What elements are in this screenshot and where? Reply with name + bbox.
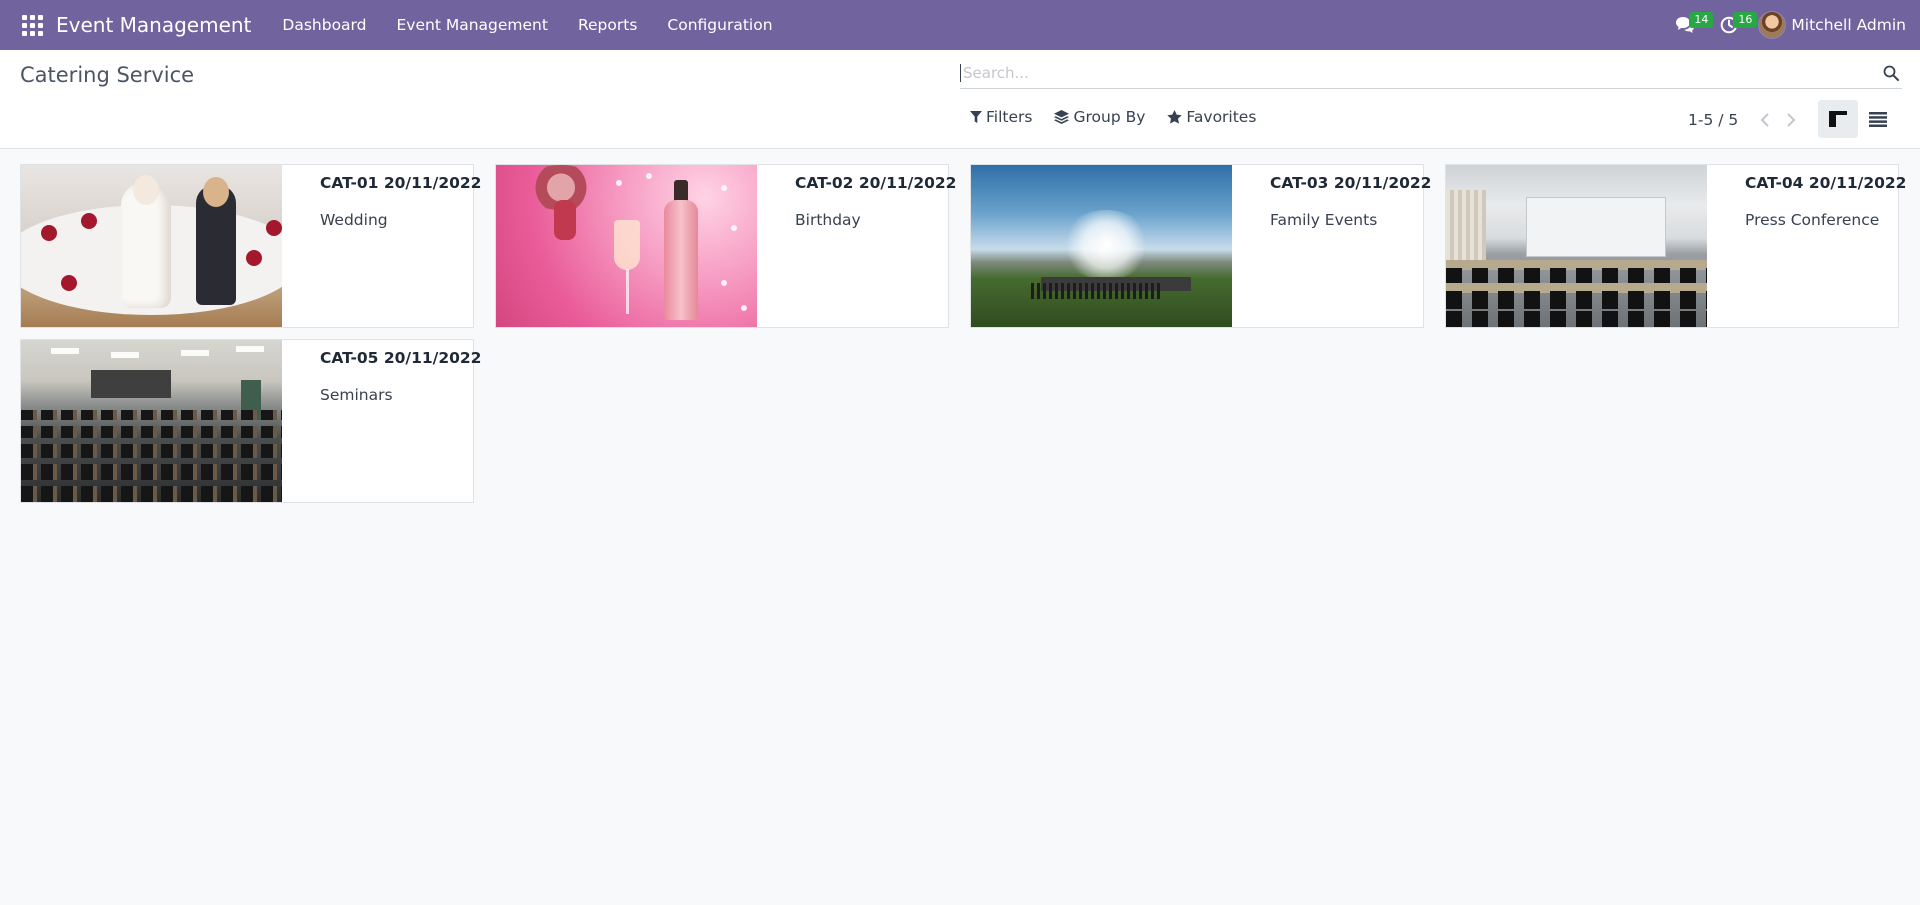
pager-previous-button[interactable] [1752, 108, 1778, 132]
page-title: Catering Service [20, 63, 195, 87]
kanban-card[interactable]: CAT-03 20/11/2022 Family Events [970, 164, 1431, 328]
kanban-card[interactable]: CAT-02 20/11/2022 Birthday [495, 164, 956, 328]
kanban-card[interactable]: CAT-04 20/11/2022 Press Conference [1445, 164, 1906, 328]
card-name: Family Events [1270, 211, 1378, 229]
user-menu[interactable]: Mitchell Admin [1758, 11, 1906, 39]
search-bar [960, 57, 1902, 89]
card-reference: CAT-02 20/11/2022 [795, 174, 957, 192]
pager-next-button[interactable] [1778, 108, 1804, 132]
card-name: Wedding [320, 211, 388, 229]
search-input[interactable] [960, 63, 1880, 82]
apps-menu-icon[interactable] [21, 14, 43, 36]
messages-button[interactable]: 14 [1670, 10, 1714, 40]
menu-item-configuration[interactable]: Configuration [652, 16, 787, 34]
filter-icon [970, 110, 982, 123]
birthday-image [496, 165, 757, 327]
favorites-button[interactable]: Favorites [1167, 108, 1256, 126]
messages-count-badge: 14 [1689, 12, 1714, 28]
user-name: Mitchell Admin [1791, 16, 1906, 34]
kanban-card[interactable]: CAT-05 20/11/2022 Seminars [20, 339, 481, 503]
card-name: Seminars [320, 386, 393, 404]
search-button[interactable] [1880, 62, 1902, 84]
filters-label: Filters [986, 108, 1033, 126]
kanban-view-button[interactable] [1818, 100, 1858, 138]
search-options: Filters Group By Favorites [970, 108, 1278, 126]
card-name: Press Conference [1745, 211, 1880, 229]
view-switcher [1818, 100, 1898, 138]
menu-item-reports[interactable]: Reports [563, 16, 652, 34]
systray: 14 16 Mitchell Admin [1670, 10, 1906, 40]
pager: 1-5 / 5 [1688, 108, 1804, 132]
menu-item-event-management[interactable]: Event Management [382, 16, 563, 34]
control-panel: Catering Service Filters Group By [0, 50, 1920, 149]
activities-count-badge: 16 [1733, 12, 1758, 28]
avatar [1758, 11, 1787, 39]
layers-icon [1054, 110, 1070, 124]
card-reference: CAT-03 20/11/2022 [1270, 174, 1432, 192]
chevron-left-icon [1760, 113, 1769, 127]
activities-button[interactable]: 16 [1714, 10, 1758, 40]
chevron-right-icon [1787, 113, 1796, 127]
kanban-card[interactable]: CAT-01 20/11/2022 Wedding [20, 164, 481, 328]
filters-button[interactable]: Filters [970, 108, 1032, 126]
kanban-board: CAT-01 20/11/2022 Wedding CAT-02 20/11/2… [20, 164, 1906, 503]
star-icon [1167, 110, 1183, 124]
kanban-icon [1829, 111, 1847, 127]
group-by-button[interactable]: Group By [1054, 108, 1145, 126]
main-menu: Dashboard Event Management Reports Confi… [267, 16, 787, 34]
card-name: Birthday [795, 211, 861, 229]
menu-item-dashboard[interactable]: Dashboard [267, 16, 381, 34]
group-by-label: Group By [1073, 108, 1146, 126]
search-icon [1883, 65, 1899, 81]
card-reference: CAT-01 20/11/2022 [320, 174, 482, 192]
card-reference: CAT-05 20/11/2022 [320, 349, 482, 367]
card-reference: CAT-04 20/11/2022 [1745, 174, 1907, 192]
list-icon [1869, 111, 1887, 127]
list-view-button[interactable] [1858, 100, 1898, 138]
favorites-label: Favorites [1186, 108, 1257, 126]
wedding-cake-image [21, 165, 282, 327]
seminar-hall-image [21, 340, 282, 502]
top-navbar: Event Management Dashboard Event Managem… [0, 0, 1920, 50]
app-brand[interactable]: Event Management [56, 13, 251, 37]
pager-value[interactable]: 1-5 / 5 [1688, 111, 1738, 129]
family-event-image [971, 165, 1232, 327]
press-conference-image [1446, 165, 1707, 327]
